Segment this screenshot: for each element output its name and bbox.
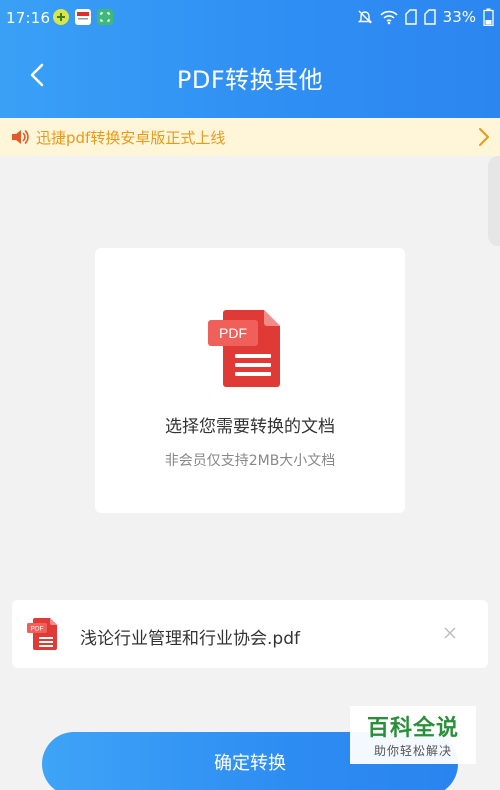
app-notification-icon xyxy=(53,9,69,25)
notice-bar[interactable]: 迅捷pdf转换安卓版正式上线 xyxy=(0,118,500,156)
battery-icon xyxy=(483,8,494,26)
watermark-main: 百科全说 xyxy=(366,716,459,741)
edge-handle[interactable] xyxy=(488,156,500,246)
file-icon-label: PDF xyxy=(31,626,44,633)
pdf-file-icon: PDF xyxy=(27,618,57,650)
speaker-icon xyxy=(12,130,29,144)
status-time: 17:16 xyxy=(6,9,51,27)
watermark: 百科全说 助你轻松解决 xyxy=(350,706,476,764)
page-title: PDF转换其他 xyxy=(176,66,324,94)
upload-subtitle: 非会员仅支持2MB大小文档 xyxy=(164,453,336,469)
scan-app-icon xyxy=(97,9,113,25)
pdf-icon-label: PDF xyxy=(219,325,247,341)
watermark-sub: 助你轻松解决 xyxy=(373,744,452,758)
sim-two-icon xyxy=(423,9,436,25)
upload-card[interactable]: PDF 选择您需要转换的文档 非会员仅支持2MB大小文档 xyxy=(95,248,405,513)
status-bar: 17:16 33% xyxy=(0,0,500,36)
file-name: 浅论行业管理和行业协会.pdf xyxy=(80,629,300,649)
pdf-file-icon: PDF xyxy=(208,310,280,387)
mute-icon xyxy=(357,10,372,24)
upload-title: 选择您需要转换的文档 xyxy=(165,417,335,437)
header: 17:16 33% PDF转换其他 xyxy=(0,0,500,118)
sim-one-icon xyxy=(404,9,417,25)
wifi-icon xyxy=(380,10,398,25)
notice-text: 迅捷pdf转换安卓版正式上线 xyxy=(36,129,226,147)
news-app-icon xyxy=(75,9,91,25)
notification-icons xyxy=(53,9,113,25)
battery-percent: 33% xyxy=(442,8,476,26)
title-bar: PDF转换其他 xyxy=(0,36,500,118)
close-icon xyxy=(444,627,456,639)
status-indicators: 33% xyxy=(357,8,494,26)
chevron-right-icon[interactable] xyxy=(478,127,490,147)
file-row: PDF 浅论行业管理和行业协会.pdf xyxy=(12,600,488,668)
remove-file-button[interactable] xyxy=(440,623,460,643)
